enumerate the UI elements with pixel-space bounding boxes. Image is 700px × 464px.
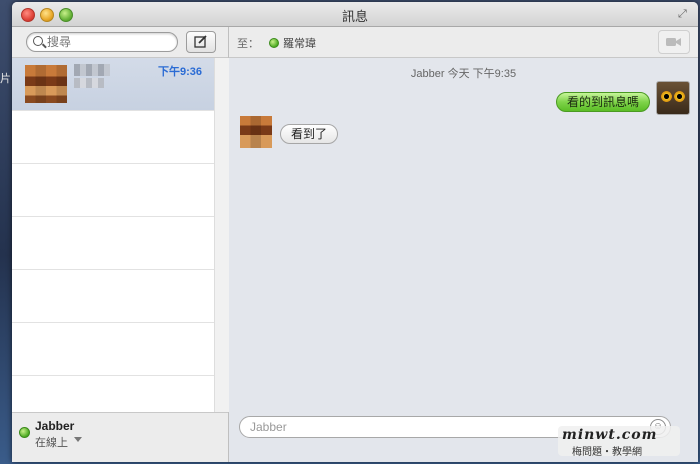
owl-avatar (656, 81, 690, 115)
watermark-subtext: 梅問題・教學網 (572, 447, 642, 458)
sidebar-scrollbar[interactable] (214, 58, 229, 412)
video-call-button[interactable] (658, 30, 690, 54)
incoming-message-bubble: 看到了 (280, 124, 339, 144)
to-label: 至： (237, 38, 259, 50)
avatar (25, 65, 67, 103)
conversation-preview-blurred (74, 78, 104, 88)
chat-area: 至： 羅常瑋 Jabber 今天 下午9:35 看的到訊息嗎 看到了 ☺ (229, 27, 698, 462)
search-field[interactable] (26, 32, 178, 52)
conversation-item (12, 217, 214, 270)
chat-header: 至： 羅常瑋 (229, 27, 698, 58)
search-input[interactable] (47, 34, 167, 50)
outgoing-message-bubble: 看的到訊息嗎 (555, 92, 650, 112)
recipient-status-icon (269, 38, 279, 48)
online-status-icon (19, 427, 30, 438)
contact-avatar (240, 116, 272, 148)
conversation-item[interactable]: 下午9:36 (12, 58, 214, 111)
account-status[interactable]: 在線上 (35, 434, 68, 450)
conversation-list: 下午9:36 (12, 58, 214, 429)
conversation-item (12, 323, 214, 376)
conversation-item (12, 111, 214, 164)
video-camera-icon (666, 38, 681, 46)
chevron-down-icon[interactable] (74, 437, 82, 442)
owl-eye-icon (661, 91, 672, 102)
watermark-text: minwt.com (562, 427, 658, 443)
compose-button[interactable] (186, 31, 216, 53)
fullscreen-icon[interactable]: ⤢ (678, 8, 690, 20)
desktop-edge-text: 片 (0, 73, 11, 85)
sidebar-header (12, 27, 228, 58)
conversation-item (12, 270, 214, 323)
conversation-name-blurred (74, 64, 110, 76)
account-name: Jabber (35, 419, 75, 433)
compose-icon (194, 35, 207, 48)
title-bar[interactable]: 訊息 ⤢ (12, 2, 698, 27)
search-icon (33, 36, 43, 46)
messages-window: 訊息 ⤢ 下午9:36 (12, 2, 698, 462)
recipient-name[interactable]: 羅常瑋 (283, 35, 316, 51)
conversation-item (12, 164, 214, 217)
owl-eye-icon (674, 91, 685, 102)
watermark-logo: minwt.com 梅問題・教學網 (558, 426, 680, 458)
account-status-bar[interactable]: Jabber 在線上 (12, 412, 228, 462)
sidebar: 下午9:36 Jabber 在線上 (12, 27, 229, 462)
message-timestamp: Jabber 今天 下午9:35 (410, 68, 517, 80)
window-title: 訊息 (341, 9, 368, 24)
conversation-time: 下午9:36 (157, 66, 202, 78)
